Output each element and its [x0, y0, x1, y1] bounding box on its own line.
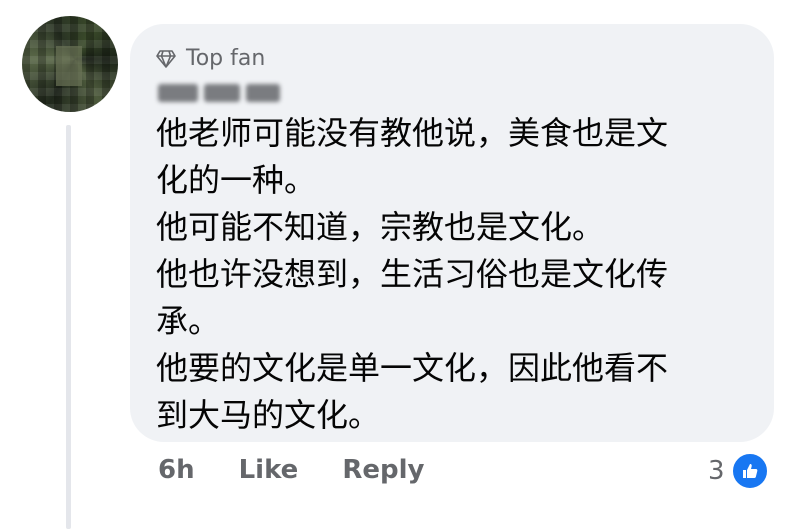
comment-actions: 6h Like Reply [158, 455, 424, 485]
like-button[interactable]: Like [239, 455, 299, 485]
badge-label: Top fan [186, 46, 266, 71]
timestamp[interactable]: 6h [158, 455, 195, 485]
top-fan-badge: Top fan [156, 46, 265, 71]
comment-line: 承。 [156, 302, 221, 340]
thread-line [66, 125, 71, 529]
comment-line: 他可能不知道，宗教也是文化。 [156, 208, 605, 246]
thumbs-up-icon [730, 452, 769, 490]
comment-text: 他老师可能没有教他说，美食也是文 化的一种。 他可能不知道，宗教也是文化。 他也… [156, 110, 756, 439]
comment-line: 到大马的文化。 [156, 396, 381, 434]
comment-line: 化的一种。 [156, 161, 317, 199]
diamond-icon [156, 49, 176, 68]
author-name-redacted[interactable] [158, 84, 284, 106]
comment-line: 他要的文化是单一文化，因此他看不 [156, 349, 669, 387]
avatar[interactable] [22, 16, 118, 112]
reaction-count: 3 [708, 456, 725, 486]
reply-button[interactable]: Reply [342, 455, 424, 485]
reaction-summary[interactable]: 3 [708, 452, 769, 490]
comment-bubble: Top fan 他老师可能没有教他说，美食也是文 化的一种。 他可能不知道，宗教… [130, 24, 774, 442]
comment-line: 他也许没想到，生活习俗也是文化传 [156, 255, 669, 293]
comment-line: 他老师可能没有教他说，美食也是文 [156, 114, 669, 152]
comment-thread: Top fan 他老师可能没有教他说，美食也是文 化的一种。 他可能不知道，宗教… [0, 0, 800, 529]
